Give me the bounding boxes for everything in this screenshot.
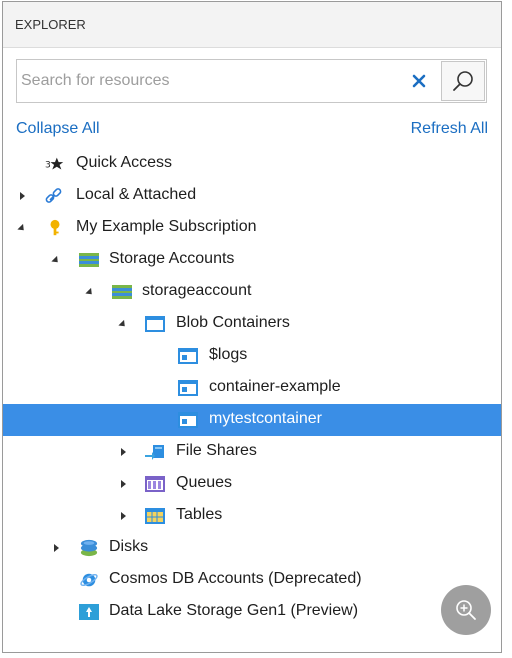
tree-item-storage-accounts[interactable]: Storage Accounts xyxy=(3,244,501,276)
expand-arrow-icon[interactable] xyxy=(118,447,128,457)
tree-item-storageaccount[interactable]: storageaccount xyxy=(3,276,501,308)
tree-item-subscription[interactable]: My Example Subscription xyxy=(3,212,501,244)
blob-container-icon xyxy=(178,380,198,396)
search-input[interactable] xyxy=(21,65,399,97)
tables-icon xyxy=(145,508,165,524)
expand-arrow-icon[interactable] xyxy=(118,479,128,489)
link-icon xyxy=(45,188,62,203)
expand-arrow-icon[interactable] xyxy=(51,543,61,553)
tree-item-label: Blob Containers xyxy=(176,314,290,331)
zoom-in-icon xyxy=(456,600,476,620)
clear-search-button[interactable] xyxy=(407,67,431,95)
explorer-panel: EXPLORER Collapse All Refresh All 3 Quic… xyxy=(2,1,502,653)
tree-item-label: $logs xyxy=(209,346,248,363)
tree-item-local-attached[interactable]: Local & Attached xyxy=(3,180,501,212)
zoom-button[interactable] xyxy=(441,585,491,635)
storage-account-icon xyxy=(112,285,132,299)
disks-icon xyxy=(80,539,98,557)
explorer-title: EXPLORER xyxy=(15,17,86,32)
tree-item-tables[interactable]: Tables xyxy=(3,500,501,532)
tree-item-logs[interactable]: $logs xyxy=(3,340,501,372)
resource-tree: 3 Quick Access Local & Attached My Examp… xyxy=(3,148,501,628)
search-button[interactable] xyxy=(441,61,485,101)
tree-item-quick-access[interactable]: 3 Quick Access xyxy=(3,148,501,180)
blob-container-icon xyxy=(178,412,198,428)
tree-item-disks[interactable]: Disks xyxy=(3,532,501,564)
tree-item-label: Quick Access xyxy=(76,154,173,171)
tree-item-file-shares[interactable]: File Shares xyxy=(3,436,501,468)
tree-item-label: File Shares xyxy=(176,442,257,459)
tree-item-label: mytestcontainer xyxy=(209,410,322,427)
refresh-all-link[interactable]: Refresh All xyxy=(411,120,488,138)
close-icon xyxy=(412,74,426,88)
expand-arrow-icon[interactable] xyxy=(118,511,128,521)
blob-containers-icon xyxy=(145,316,165,332)
collapse-all-link[interactable]: Collapse All xyxy=(16,120,100,138)
collapse-arrow-icon[interactable] xyxy=(17,223,27,233)
tree-item-label: Storage Accounts xyxy=(109,250,235,267)
storage-accounts-icon xyxy=(79,253,99,267)
tree-item-label: Disks xyxy=(109,538,149,555)
tree-item-label: container-example xyxy=(209,378,341,395)
explorer-header: EXPLORER xyxy=(3,2,501,48)
cosmos-db-icon xyxy=(80,573,98,587)
tree-item-blob-containers[interactable]: Blob Containers xyxy=(3,308,501,340)
collapse-arrow-icon[interactable] xyxy=(118,319,128,329)
search-icon xyxy=(453,71,473,91)
file-shares-icon xyxy=(145,445,164,460)
tree-item-container-example[interactable]: container-example xyxy=(3,372,501,404)
tree-item-mytestcontainer[interactable]: mytestcontainer xyxy=(3,404,501,436)
collapse-arrow-icon[interactable] xyxy=(85,287,95,297)
tree-item-label: Queues xyxy=(176,474,233,491)
tree-item-label: storageaccount xyxy=(142,282,252,299)
queues-icon xyxy=(145,476,165,492)
quick-access-icon: 3 xyxy=(45,157,64,171)
tree-item-data-lake[interactable]: Data Lake Storage Gen1 (Preview) xyxy=(3,596,501,628)
svg-text:3: 3 xyxy=(45,161,51,171)
key-icon xyxy=(50,219,60,236)
tree-item-label: Local & Attached xyxy=(76,186,197,203)
collapse-arrow-icon[interactable] xyxy=(51,255,61,265)
search-box xyxy=(16,59,487,103)
tree-item-label: Cosmos DB Accounts (Deprecated) xyxy=(109,570,362,587)
tree-item-label: Tables xyxy=(176,506,223,523)
data-lake-icon xyxy=(79,604,99,620)
tree-item-label: Data Lake Storage Gen1 (Preview) xyxy=(109,602,359,619)
tree-item-queues[interactable]: Queues xyxy=(3,468,501,500)
expand-arrow-icon[interactable] xyxy=(17,191,27,201)
tree-item-label: My Example Subscription xyxy=(76,218,257,235)
blob-container-icon xyxy=(178,348,198,364)
tree-item-cosmos-db[interactable]: Cosmos DB Accounts (Deprecated) xyxy=(3,564,501,596)
